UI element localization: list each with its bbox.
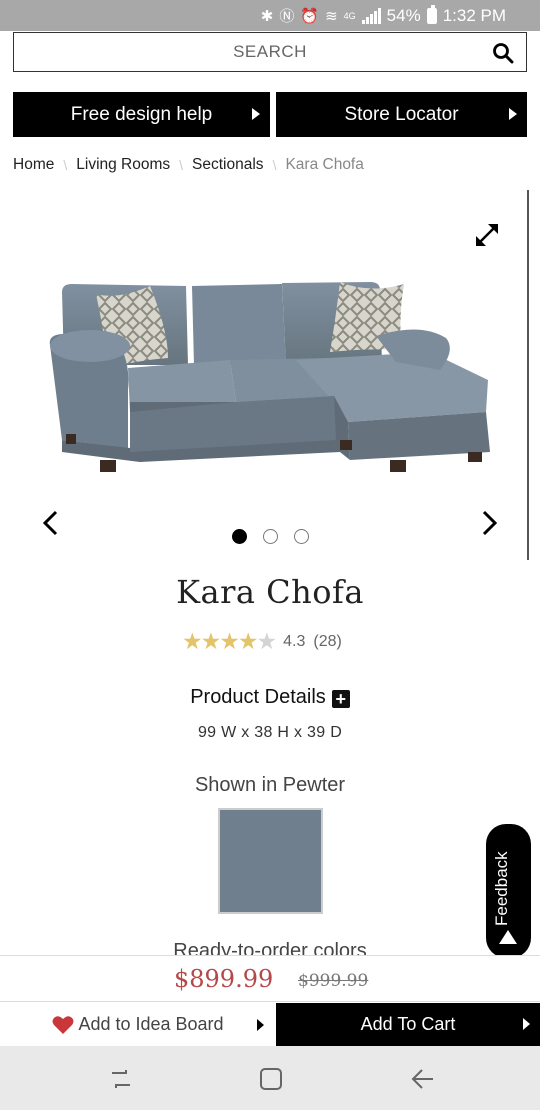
add-to-idea-board-button[interactable]: Add to Idea Board xyxy=(0,1003,276,1046)
search-bar xyxy=(13,32,527,72)
breadcrumb-living-rooms[interactable]: Living Rooms xyxy=(76,156,170,174)
free-design-help-button[interactable]: Free design help xyxy=(13,92,270,137)
clock: 1:32 PM xyxy=(442,5,506,25)
search-input[interactable] xyxy=(14,33,526,71)
sale-price: $899.99 xyxy=(174,965,274,993)
carousel-dots xyxy=(232,529,309,544)
breadcrumb-current: Kara Chofa xyxy=(285,156,364,173)
breadcrumb-home[interactable]: Home xyxy=(13,156,54,174)
battery-icon xyxy=(426,4,437,24)
chevron-right-icon xyxy=(252,108,260,120)
product-image[interactable] xyxy=(0,190,528,560)
add-to-cart-label: Add To Cart xyxy=(360,1014,456,1034)
status-bar: ✱ Ⓝ ⏰ ≋ 4G 54% 1:32 PM xyxy=(0,0,540,31)
signal-icon xyxy=(361,7,381,24)
price-bar: $899.99 $999.99 xyxy=(0,955,540,1002)
star-rating-icon: ★★★★★ xyxy=(182,628,277,654)
expand-icon[interactable] xyxy=(474,222,500,248)
store-locator-label: Store Locator xyxy=(344,103,459,125)
free-design-help-label: Free design help xyxy=(70,103,213,125)
battery-percent: 54% xyxy=(386,5,421,25)
back-icon[interactable] xyxy=(410,1066,436,1092)
breadcrumb-sectionals[interactable]: Sectionals xyxy=(192,156,264,174)
add-to-idea-board-label: Add to Idea Board xyxy=(78,1014,224,1034)
product-details-label: Product Details xyxy=(190,686,326,708)
shown-in-label: Shown in Pewter xyxy=(194,774,346,796)
nfc-icon: Ⓝ xyxy=(279,8,295,25)
product-details-toggle[interactable]: Product Details + xyxy=(0,686,540,709)
chevron-right-icon xyxy=(257,1019,264,1031)
heart-icon xyxy=(52,1015,74,1034)
previous-image-icon[interactable] xyxy=(40,510,62,536)
alarm-icon: ⏰ xyxy=(300,7,320,25)
rating-value: 4.3 xyxy=(283,632,306,650)
review-count[interactable]: (28) xyxy=(313,633,341,651)
feedback-label: Feedback xyxy=(492,851,511,926)
carousel-dot[interactable] xyxy=(294,529,309,544)
product-rating[interactable]: ★★★★★ 4.3 (28) xyxy=(182,628,342,655)
breadcrumb: Home \ Living Rooms \ Sectionals \ Kara … xyxy=(13,156,364,174)
recent-apps-icon[interactable] xyxy=(108,1066,134,1092)
system-nav-bar xyxy=(0,1046,540,1110)
feedback-button[interactable]: Feedback xyxy=(486,824,531,958)
chevron-right-icon xyxy=(523,1018,530,1030)
next-image-icon[interactable] xyxy=(478,510,500,536)
network-type: 4G xyxy=(343,10,356,21)
arrow-up-icon xyxy=(499,930,517,944)
store-locator-button[interactable]: Store Locator xyxy=(276,92,527,137)
original-price: $999.99 xyxy=(298,971,369,991)
bluetooth-icon: ✱ xyxy=(260,7,274,25)
carousel-dot[interactable] xyxy=(263,529,278,544)
chevron-right-icon xyxy=(509,108,517,120)
wifi-icon: ≋ xyxy=(325,7,338,25)
home-icon[interactable] xyxy=(258,1066,284,1092)
product-title: Kara Chofa xyxy=(176,573,364,611)
add-to-cart-button[interactable]: Add To Cart xyxy=(276,1003,540,1046)
plus-icon: + xyxy=(331,690,350,708)
search-icon[interactable] xyxy=(492,42,514,64)
carousel-dot[interactable] xyxy=(232,529,247,544)
fabric-swatch[interactable] xyxy=(218,808,323,914)
product-dimensions: 99 W x 38 H x 39 D xyxy=(197,724,343,741)
